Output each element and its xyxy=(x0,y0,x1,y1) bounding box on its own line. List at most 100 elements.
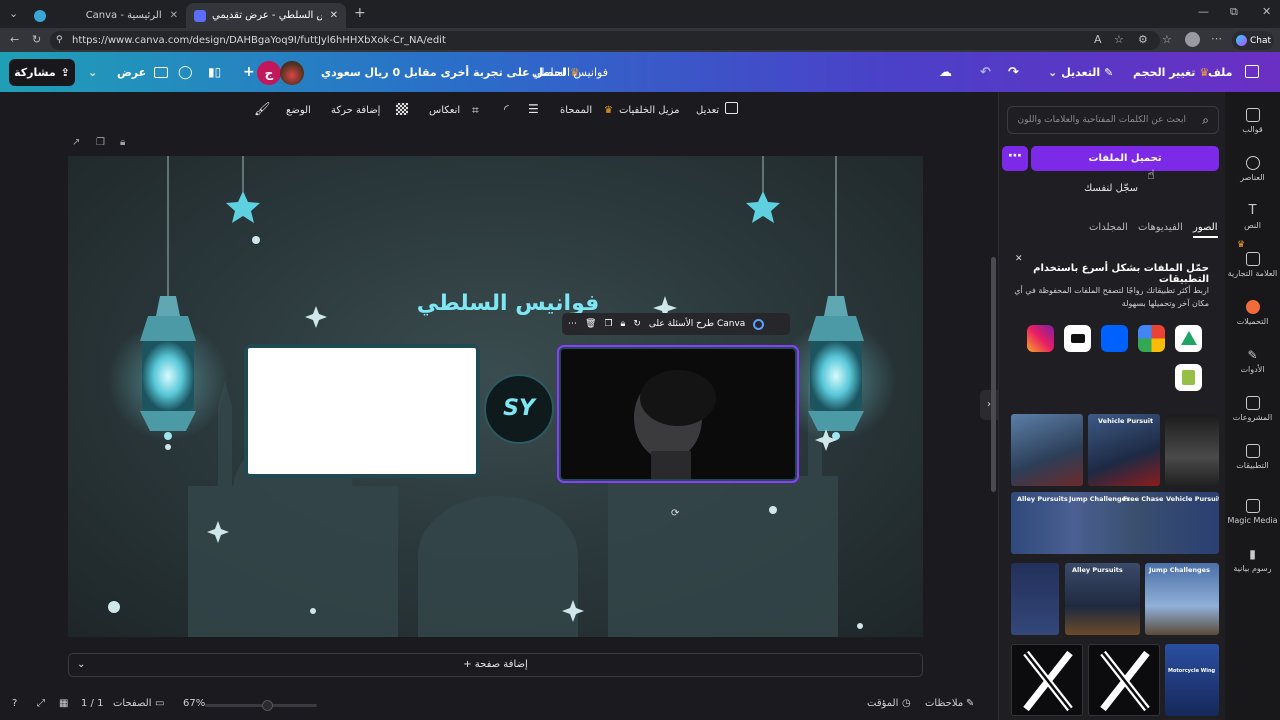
duplicate-page-icon[interactable]: ❐ xyxy=(96,137,105,148)
collaborator-avatar[interactable] xyxy=(280,61,304,85)
minimize-icon[interactable]: — xyxy=(1198,6,1209,17)
delete-icon[interactable]: 🗑︎ xyxy=(585,319,596,329)
duplicate-icon[interactable]: ❐ xyxy=(604,319,612,329)
favorites-bar-icon[interactable]: ☆ xyxy=(1162,34,1172,45)
undo-icon[interactable]: ↶ xyxy=(980,61,991,83)
fullscreen-icon[interactable]: ⤢ xyxy=(37,698,45,709)
corner-rounding-icon[interactable]: ◜ xyxy=(504,102,509,116)
upload-thumbnail[interactable]: Alley Pursuits Jump Challenges Free Chas… xyxy=(1011,492,1219,554)
zoom-level[interactable]: 67% xyxy=(183,698,205,709)
upload-thumbnail[interactable] xyxy=(1165,414,1219,486)
timer-button[interactable]: المؤقت xyxy=(867,698,898,709)
close-tab-icon[interactable]: ✕ xyxy=(170,10,178,21)
design-canvas[interactable]: فوانيس السلطي SY ⋯ 🗑︎ ❐ 🔒︎ ↻ طرح الأسئلة… xyxy=(68,156,923,637)
google-photos-icon[interactable] xyxy=(1138,325,1165,352)
notes-button[interactable]: ملاحظات xyxy=(925,698,963,709)
comment-icon[interactable]: ◯ xyxy=(178,61,193,83)
x-logo-thumbnail[interactable] xyxy=(1011,644,1083,716)
tool-position[interactable]: الوضع xyxy=(286,105,311,116)
add-comment-icon[interactable]: ↻ xyxy=(633,319,641,329)
lock-icon[interactable]: 🔒︎ xyxy=(621,319,626,329)
tab-list-icon[interactable]: ⌄ xyxy=(9,8,18,19)
rail-magic-media[interactable]: Magic Media xyxy=(1225,499,1280,525)
tab-images[interactable]: الصور xyxy=(1193,222,1218,238)
tab-canva-home[interactable]: Canva - الرئيسية ✕ xyxy=(26,3,186,28)
present-button[interactable]: عرض xyxy=(117,61,169,83)
tab-videos[interactable]: الفيديوهات xyxy=(1138,222,1183,233)
toggle-panel-icon[interactable] xyxy=(1245,65,1259,78)
upload-thumbnail[interactable]: Jump Challenges xyxy=(1145,563,1219,635)
transparency-icon[interactable] xyxy=(396,103,408,115)
tool-edit-image[interactable]: تعديل xyxy=(696,105,719,116)
instagram-icon[interactable] xyxy=(1027,325,1054,352)
favorite-icon[interactable]: ☆ xyxy=(1114,34,1124,45)
record-yourself-button[interactable]: سجّل لنفسك xyxy=(1003,177,1219,201)
expand-pages-icon[interactable]: ⌄ xyxy=(77,654,85,676)
maximize-icon[interactable]: ⧉ xyxy=(1230,6,1238,17)
cloud-sync-icon[interactable]: ☁ xyxy=(939,61,952,83)
border-style-icon[interactable]: ☰ xyxy=(528,102,539,116)
redo-icon[interactable]: ↷ xyxy=(1008,61,1019,83)
rail-text[interactable]: T النص xyxy=(1225,204,1280,231)
file-menu[interactable]: ملف xyxy=(1208,61,1232,83)
tool-flip[interactable]: انعكاس xyxy=(429,105,460,116)
tool-eraser[interactable]: الممحاة xyxy=(560,105,592,116)
tab-design[interactable]: فوانيس السلطي - عرض تقديمي ✕ xyxy=(186,3,346,28)
profile-avatar[interactable] xyxy=(1185,32,1200,47)
add-page-button[interactable]: ⌄ + إضافة صفحة xyxy=(68,653,923,677)
search-input[interactable]: ابحث عن الكلمات المفتاحية والعلامات والل… xyxy=(1007,106,1219,134)
rail-brand[interactable]: العلامة التجارية xyxy=(1225,252,1280,278)
copilot-chat-button[interactable]: Chat xyxy=(1232,31,1274,50)
back-icon[interactable]: ← xyxy=(10,34,19,45)
upload-thumbnail[interactable] xyxy=(1011,414,1083,486)
zoom-slider[interactable] xyxy=(205,700,317,711)
dropbox-icon[interactable] xyxy=(1101,325,1128,352)
share-page-icon[interactable]: ↗ xyxy=(72,137,80,148)
site-info-icon[interactable]: ⚲ xyxy=(56,31,63,50)
user-avatar[interactable]: ج xyxy=(257,61,281,85)
ask-canva-button[interactable]: طرح الأسئلة على Canva xyxy=(649,319,745,329)
rail-charts[interactable]: ▮ رسوم بيانية xyxy=(1225,547,1280,573)
upload-thumbnail[interactable]: Alley Pursuits xyxy=(1065,563,1140,635)
tool-animate[interactable]: إضافة حركة xyxy=(331,105,380,116)
pages-button[interactable]: الصفحات xyxy=(113,698,151,709)
capcut-icon[interactable] xyxy=(1064,325,1091,352)
rail-templates[interactable]: قوالب xyxy=(1225,108,1280,134)
extensions-icon[interactable]: ⚙ xyxy=(1138,34,1148,45)
new-tab-icon[interactable]: + xyxy=(354,6,366,20)
more-menu-icon[interactable]: ⋯ xyxy=(1211,33,1222,44)
present-options-chevron-icon[interactable]: ⌄ xyxy=(88,61,97,83)
tool-bg-remover[interactable]: مزيل الخلفيات xyxy=(619,105,680,116)
upload-more-button[interactable]: ⋯ xyxy=(1002,146,1028,171)
zoom-slider-knob[interactable] xyxy=(262,700,273,711)
reload-icon[interactable]: ↻ xyxy=(32,34,41,45)
google-drive-icon[interactable] xyxy=(1175,325,1202,352)
more-options-icon[interactable]: ⋯ xyxy=(568,319,577,329)
resize-button[interactable]: تغيير الحجم ♛ xyxy=(1133,61,1209,83)
panel-scrollbar[interactable] xyxy=(991,257,996,492)
rail-uploads[interactable]: التحميلات xyxy=(1225,300,1280,326)
upload-thumbnail[interactable] xyxy=(1011,563,1059,635)
upload-files-button[interactable]: تحميل الملفات xyxy=(1031,146,1219,171)
share-button[interactable]: مشاركة ⇪ xyxy=(9,59,75,86)
url-field[interactable]: ⚲ https://www.canva.com/design/DAHBgaYoq… xyxy=(50,31,1160,50)
tab-folders[interactable]: المجلدات xyxy=(1089,222,1128,233)
rail-elements[interactable]: العناصر xyxy=(1225,156,1280,182)
close-window-icon[interactable]: ✕ xyxy=(1262,6,1271,17)
grid-view-icon[interactable]: ▦ xyxy=(59,698,68,709)
help-icon[interactable]: ? xyxy=(12,698,17,709)
crop-icon[interactable]: ⌗ xyxy=(472,103,479,118)
read-aloud-icon[interactable]: A xyxy=(1094,34,1102,45)
close-tab-icon[interactable]: ✕ xyxy=(330,10,338,21)
rail-tools[interactable]: ✎ الأدوات xyxy=(1225,348,1280,374)
x-logo-thumbnail[interactable] xyxy=(1088,644,1160,716)
insights-icon[interactable]: ▮▯ xyxy=(208,61,221,83)
rotate-handle-icon[interactable]: ⟳ xyxy=(671,508,679,519)
upload-thumbnail[interactable]: Vehicle Pursuit xyxy=(1088,414,1160,486)
lock-page-icon[interactable]: 🔒︎ xyxy=(120,137,125,148)
add-collaborator-icon[interactable]: + xyxy=(243,61,255,83)
rail-apps[interactable]: التطبيقات xyxy=(1225,444,1280,470)
design-title[interactable]: فوانيس السلطي xyxy=(532,61,608,83)
upload-thumbnail[interactable]: Motorcycle Wing xyxy=(1165,644,1219,716)
shopify-icon[interactable] xyxy=(1175,364,1202,391)
